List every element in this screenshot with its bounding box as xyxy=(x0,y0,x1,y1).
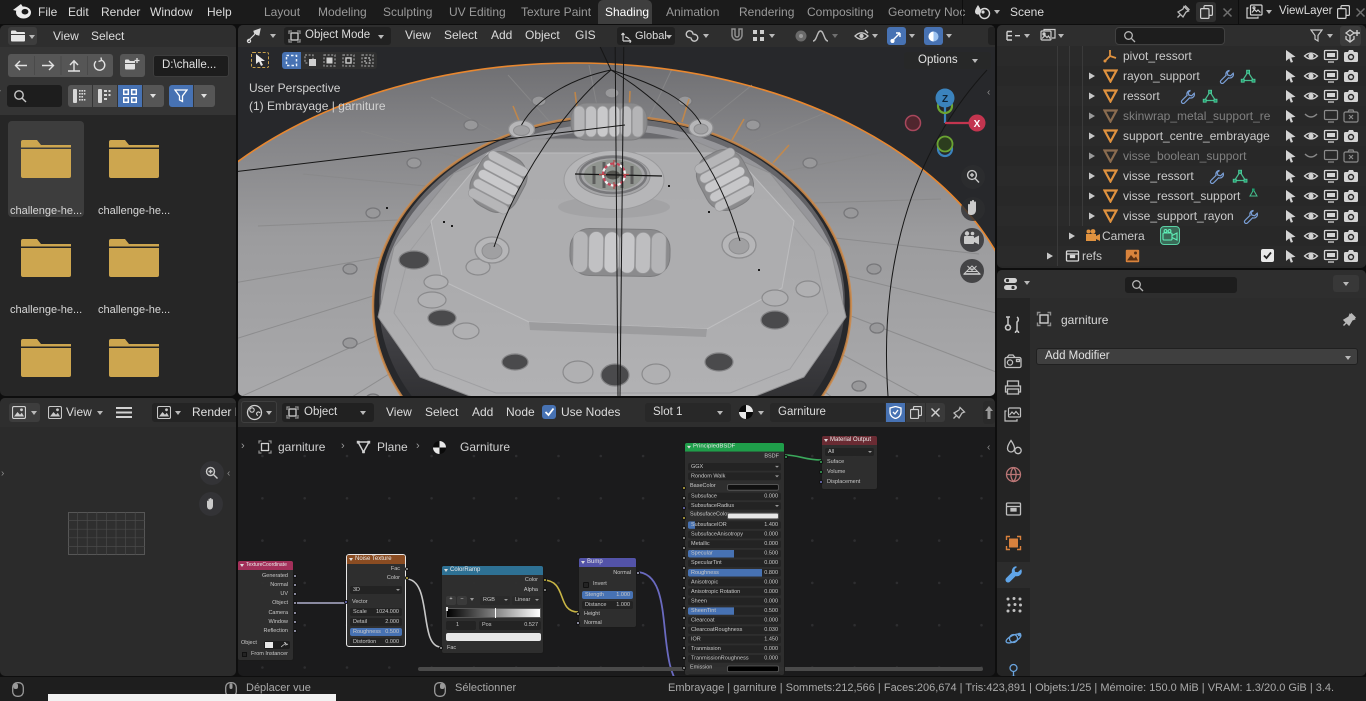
svg-text:X: X xyxy=(974,119,981,130)
svg-text:Z: Z xyxy=(942,94,948,105)
